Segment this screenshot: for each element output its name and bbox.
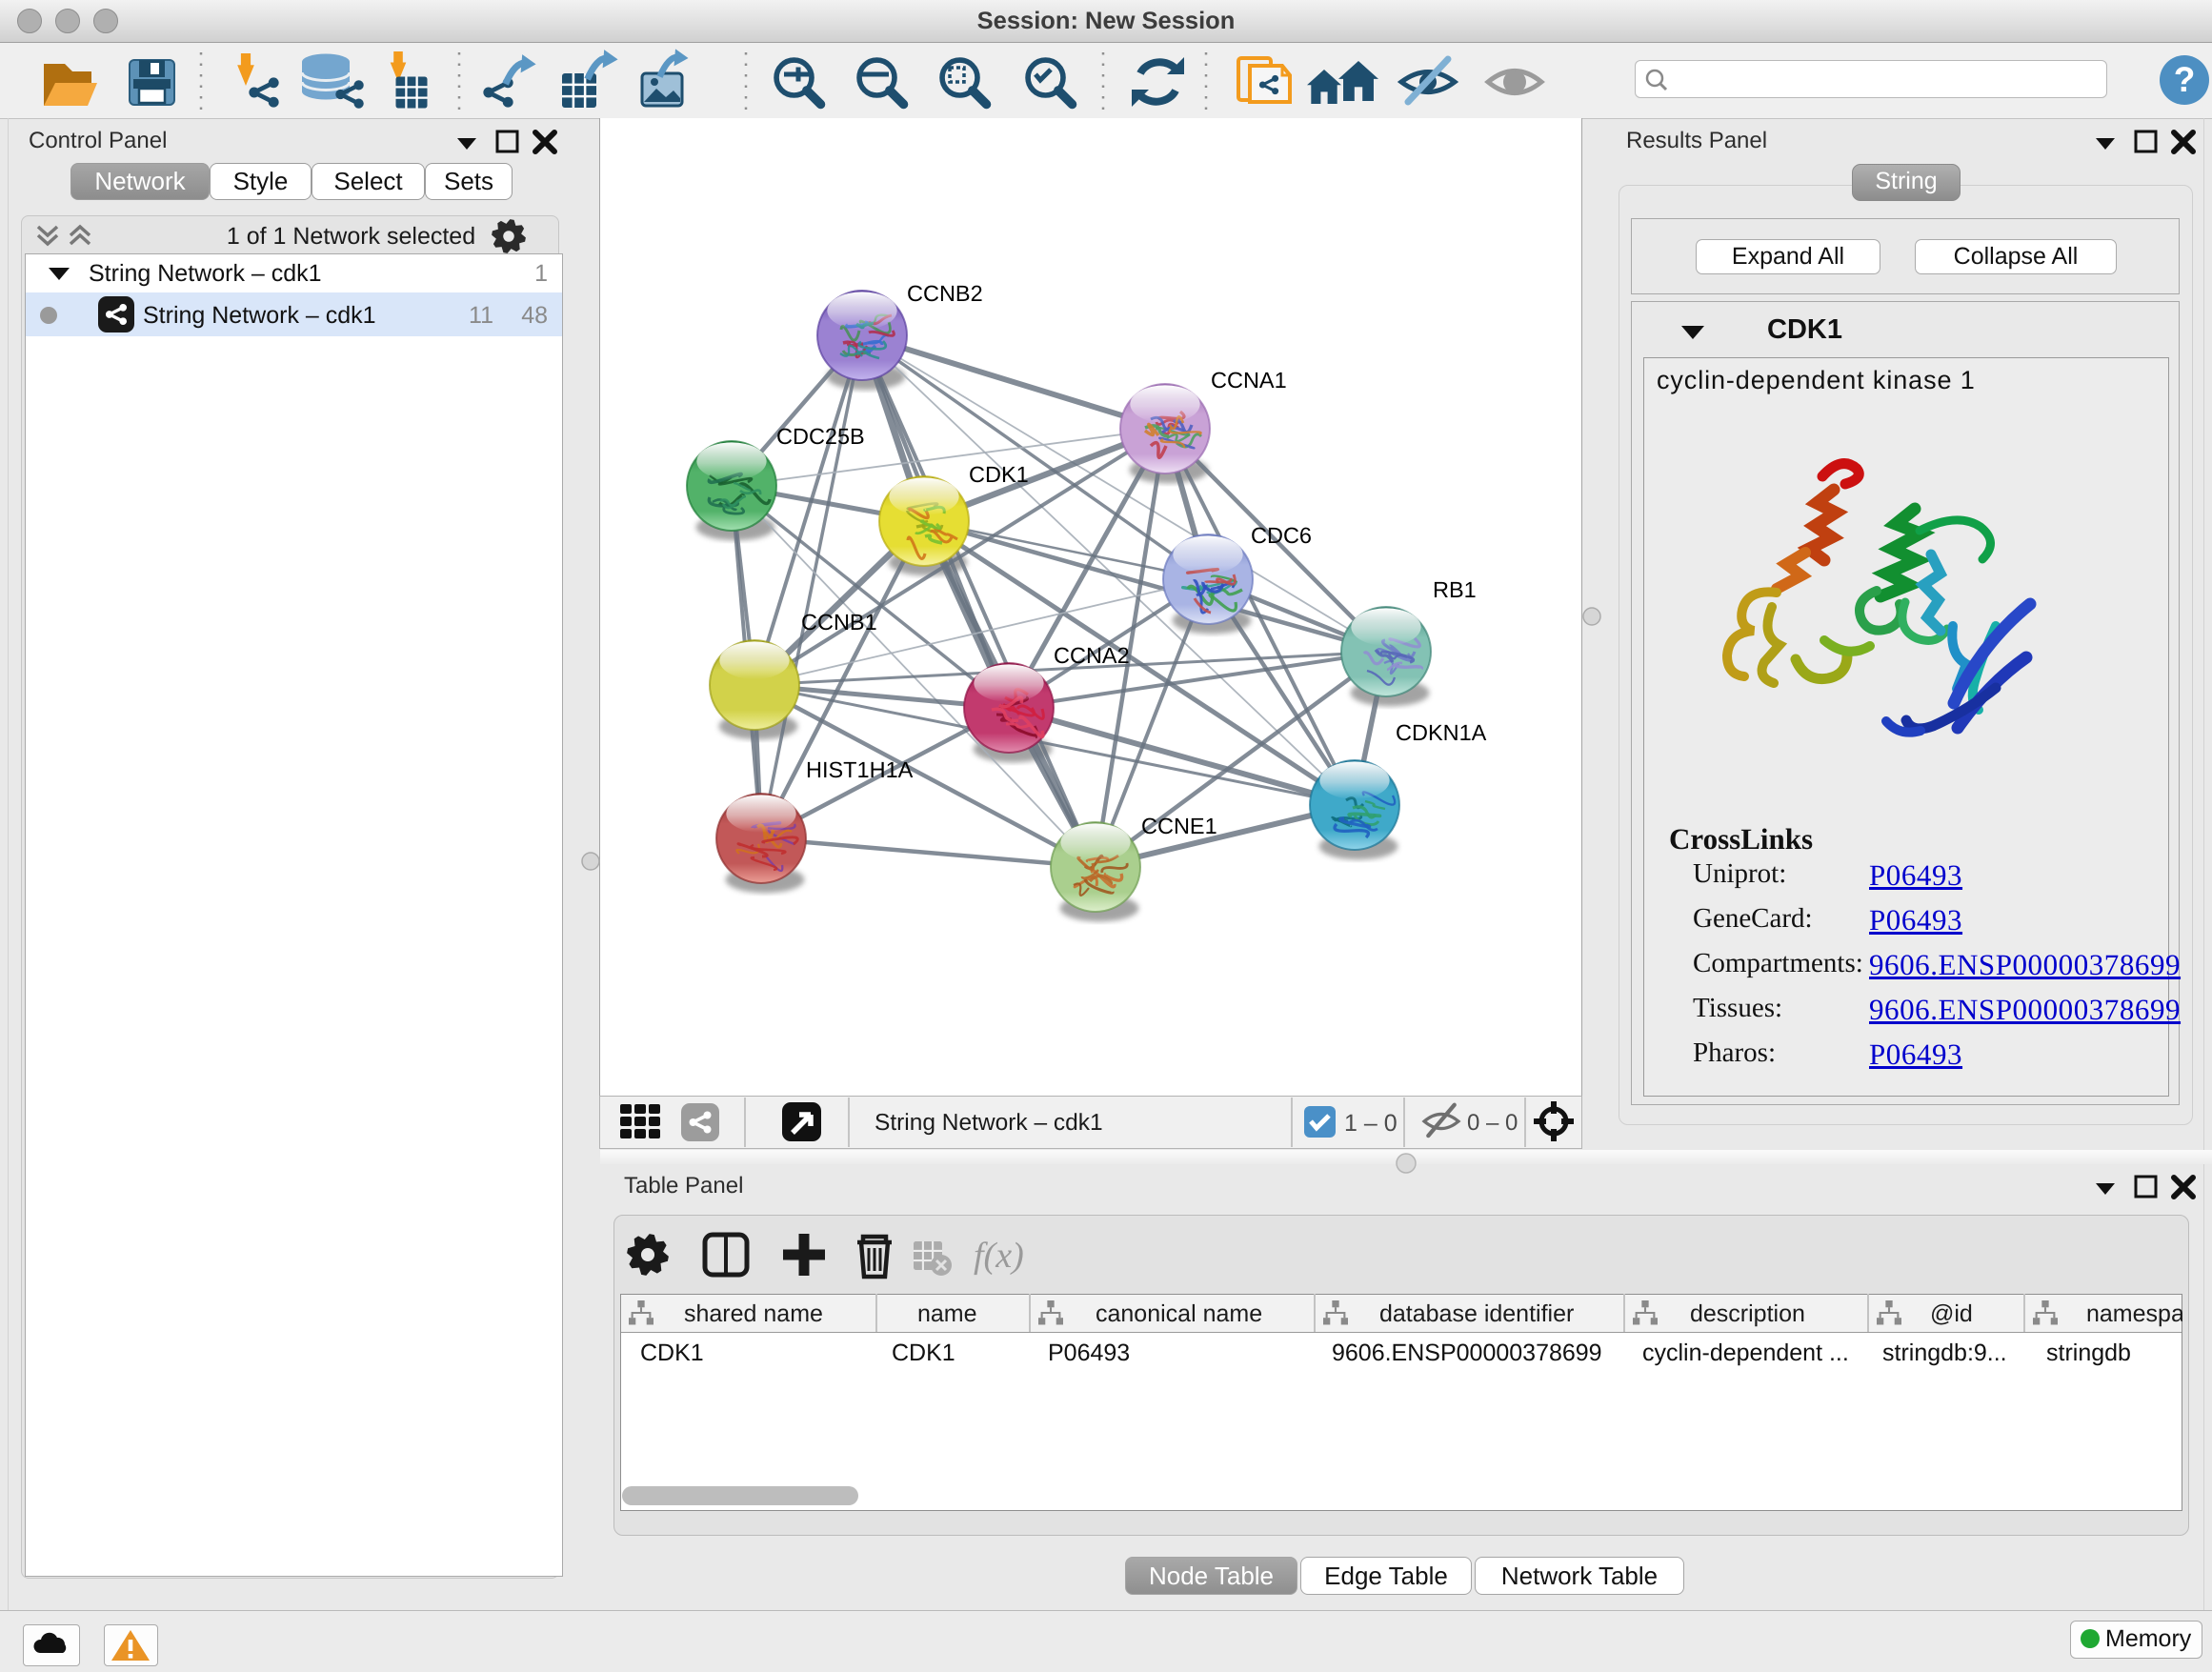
svg-text:0 – 0: 0 – 0	[1467, 1110, 1518, 1136]
svg-text:f(x): f(x)	[974, 1236, 1024, 1276]
svg-text:CCNA2: CCNA2	[1054, 643, 1130, 668]
svg-text:HIST1H1A: HIST1H1A	[806, 757, 914, 782]
svg-text:CDC25B: CDC25B	[776, 424, 865, 449]
svg-text:CDKN1A: CDKN1A	[1396, 720, 1487, 745]
svg-text:String Network – cdk1: String Network – cdk1	[143, 302, 376, 329]
svg-text:1: 1	[534, 260, 548, 287]
svg-text:11: 11	[469, 302, 493, 329]
svg-text:database identifier: database identifier	[1379, 1300, 1574, 1327]
svg-text:String Network – cdk1: String Network – cdk1	[875, 1110, 1103, 1136]
svg-text:stringdb:9...: stringdb:9...	[1882, 1340, 2007, 1366]
svg-text:RB1: RB1	[1433, 577, 1477, 602]
svg-text:9606.ENSP00000378699: 9606.ENSP00000378699	[1332, 1340, 1602, 1366]
svg-text:CCNB1: CCNB1	[801, 610, 877, 635]
svg-text:shared name: shared name	[684, 1300, 823, 1327]
svg-text:@id: @id	[1930, 1300, 1973, 1327]
svg-text:namespac: namespac	[2086, 1300, 2182, 1327]
svg-text:canonical name: canonical name	[1096, 1300, 1262, 1327]
svg-text:name: name	[917, 1300, 977, 1327]
svg-text:description: description	[1690, 1300, 1805, 1327]
svg-text:CCNE1: CCNE1	[1141, 814, 1217, 838]
svg-text:CDK1: CDK1	[892, 1340, 955, 1366]
svg-text:1 – 0: 1 – 0	[1344, 1110, 1398, 1137]
svg-text:String Network – cdk1: String Network – cdk1	[89, 260, 322, 287]
svg-text:cyclin-dependent ...: cyclin-dependent ...	[1642, 1340, 1849, 1366]
svg-text:CCNB2: CCNB2	[907, 281, 983, 306]
svg-text:CDK1: CDK1	[969, 462, 1029, 487]
svg-text:stringdb: stringdb	[2046, 1340, 2131, 1366]
svg-text:CDC6: CDC6	[1251, 523, 1312, 548]
svg-text:P06493: P06493	[1048, 1340, 1130, 1366]
svg-text:CDK1: CDK1	[640, 1340, 704, 1366]
svg-text:48: 48	[521, 302, 548, 329]
svg-text:?: ?	[2174, 60, 2196, 99]
svg-text:CCNA1: CCNA1	[1211, 368, 1287, 393]
